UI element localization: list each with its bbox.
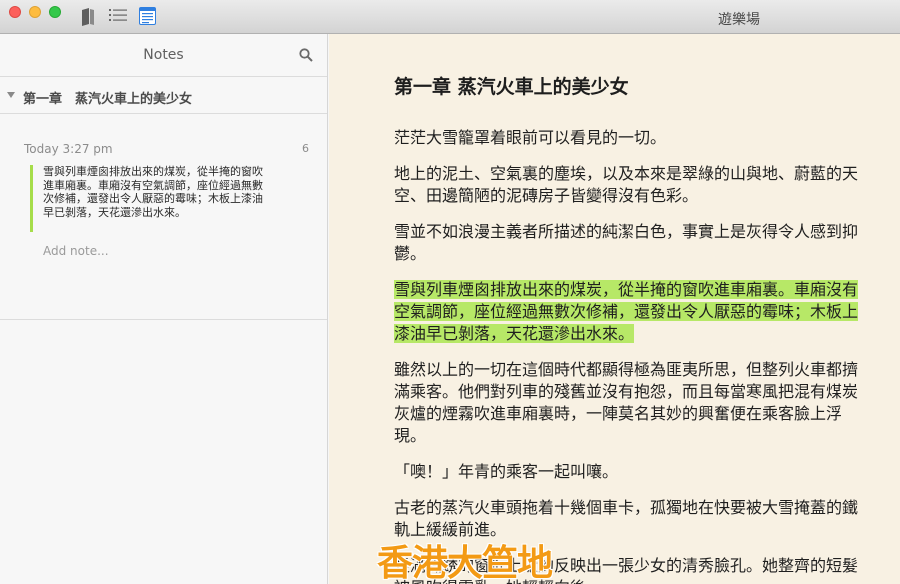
watermark-logo: 香港大笪地 [377,543,553,584]
chapter-group-label: 第一章 蒸汽火車上的美少女 [23,92,193,107]
book-content: 第一章 蒸汽火車上的美少女 茫茫大雪籠罩着眼前可以看見的一切。 地上的泥土、空氣… [394,74,870,584]
chapter-group-row[interactable]: 第一章 蒸汽火車上的美少女 [0,77,327,114]
paragraph: 雖然以上的一切在這個時代都顯得極為匪夷所思，但整列火車都擠滿乘客。他們對列車的殘… [394,360,859,445]
toc-list-icon[interactable] [109,8,127,28]
paragraph: 茫茫大雪籠罩着眼前可以看見的一切。 [394,128,667,147]
reader-pane[interactable]: 第一章 蒸汽火車上的美少女 茫茫大雪籠罩着眼前可以看見的一切。 地上的泥土、空氣… [329,34,900,584]
note-timestamp: Today 3:27 pm [24,142,113,156]
sidebar-header: Notes [0,34,327,77]
highlight-span[interactable]: 雪與列車煙囪排放出來的煤炭，從半掩的窗吹進車廂裏。車廂沒有空氣調節，座位經過無數… [394,280,859,343]
notes-sidebar: Notes 第一章 蒸汽火車上的美少女 Today 3:27 pm 6 雪與列車… [0,34,328,584]
paragraph: 雪並不如浪漫主義者所描述的純潔白色，事實上是灰得令人感到抑鬱。 [394,222,859,263]
library-icon[interactable] [80,8,96,30]
add-note-field[interactable]: Add note... [43,244,109,258]
note-quote-text: 雪與列車煙囪排放出來的煤炭，從半掩的窗吹進車廂裏。車廂沒有空氣調節，座位經過無數… [43,165,263,219]
notes-view-icon[interactable] [139,7,156,29]
zoom-button[interactable] [49,6,61,18]
window-title: 遊樂場 [718,12,760,28]
title-bar: 遊樂場 [0,0,900,34]
paragraph: 地上的泥土、空氣裏的塵埃，以及本來是翠綠的山與地、蔚藍的天空、田邊簡陋的泥磚房子… [394,164,859,205]
note-page-number: 6 [302,142,309,155]
disclosure-triangle-icon[interactable] [7,92,15,98]
paragraph: 「噢！」年青的乘客一起叫嚷。 [394,462,619,481]
note-highlight-quote[interactable]: 雪與列車煙囪排放出來的煤炭，從半掩的窗吹進車廂裏。車廂沒有空氣調節，座位經過無數… [30,165,270,232]
chapter-heading: 第一章 蒸汽火車上的美少女 [394,76,629,98]
highlighted-paragraph[interactable]: 雪與列車煙囪排放出來的煤炭，從半掩的窗吹進車廂裏。車廂沒有空氣調節，座位經過無數… [394,279,870,345]
close-button[interactable] [9,6,21,18]
sidebar-title: Notes [143,47,184,63]
search-icon[interactable] [299,47,313,66]
note-card[interactable]: Today 3:27 pm 6 雪與列車煙囪排放出來的煤炭，從半掩的窗吹進車廂裏… [0,114,327,320]
minimize-button[interactable] [29,6,41,18]
